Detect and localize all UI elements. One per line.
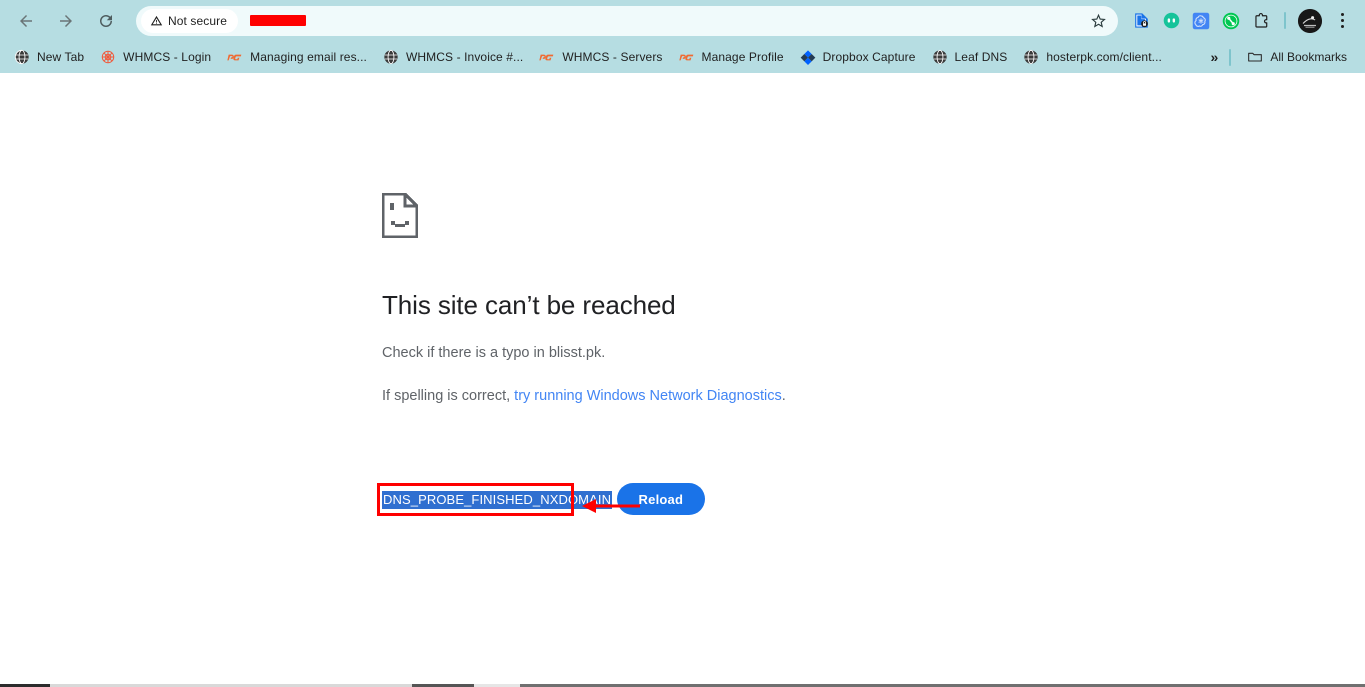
- diagnostics-suffix: .: [781, 388, 786, 405]
- error-code-text[interactable]: DNS_PROBE_FINISHED_NXDOMAIN: [382, 490, 613, 509]
- forward-button[interactable]: [51, 6, 81, 36]
- puzzle-piece-icon: [1254, 12, 1267, 28]
- bookmark-whmcs-invoice[interactable]: WHMCS - Invoice #...: [375, 45, 531, 69]
- cpanel-icon: [678, 54, 693, 61]
- security-status-chip[interactable]: Not secure: [141, 8, 239, 33]
- profile-avatar[interactable]: [1298, 8, 1322, 33]
- bookmark-managing-email[interactable]: Managing email res...: [219, 45, 375, 69]
- bookmark-star-button[interactable]: [1085, 8, 1111, 34]
- page-viewport: This site can’t be reached Check if ther…: [0, 73, 1365, 687]
- openai-spiral-icon: [1192, 12, 1210, 29]
- bookmark-manage-profile[interactable]: Manage Profile: [671, 45, 792, 69]
- bookmark-whmcs-servers[interactable]: WHMCS - Servers: [531, 45, 670, 69]
- bookmark-label: WHMCS - Invoice #...: [405, 50, 524, 64]
- forward-arrow-icon: [60, 14, 72, 27]
- sad-document-icon: [381, 192, 1002, 243]
- bookmark-label: WHMCS - Login: [123, 50, 212, 64]
- cpanel-icon: [539, 54, 554, 61]
- bookmark-dropbox-capture[interactable]: Dropbox Capture: [792, 45, 924, 69]
- avatar-image-icon: [1298, 8, 1322, 33]
- bookmark-label: Dropbox Capture: [822, 50, 916, 64]
- password-manager-extension-icon[interactable]: [1127, 7, 1155, 35]
- reload-page-button[interactable]: [91, 6, 121, 36]
- back-button[interactable]: [11, 6, 41, 36]
- bookmark-whmcs-login[interactable]: WHMCS - Login: [92, 45, 219, 69]
- chrome-menu-button[interactable]: [1329, 8, 1355, 34]
- network-diagnostics-link[interactable]: try running Windows Network Diagnostics: [514, 388, 782, 404]
- bookmarks-overflow-button[interactable]: »: [1203, 49, 1226, 65]
- globe-icon: [932, 49, 947, 65]
- bookmark-label: hosterpk.com/client...: [1046, 50, 1162, 64]
- bookmark-label: WHMCS - Servers: [562, 50, 663, 64]
- bookmark-label: Manage Profile: [701, 50, 784, 64]
- window-bottom-edge: [0, 683, 1365, 687]
- three-dots-icon: [1340, 13, 1344, 16]
- all-bookmarks-label: All Bookmarks: [1270, 50, 1347, 64]
- cpanel-icon: [227, 54, 242, 61]
- sync-extension-icon[interactable]: [1217, 7, 1245, 35]
- star-icon: [1090, 13, 1106, 28]
- address-bar[interactable]: Not secure: [136, 5, 1118, 36]
- red-gear-icon: [101, 50, 115, 64]
- shield-lock-icon: [1134, 13, 1148, 28]
- typo-hint-text: Check if there is a typo in blisst.pk.: [382, 345, 606, 362]
- globe-icon: [384, 49, 398, 65]
- bookmark-label: Managing email res...: [250, 50, 367, 64]
- browser-chrome: Not secure New Tab WHMCS - Login Managin…: [0, 0, 1365, 73]
- security-status-label: Not secure: [168, 13, 228, 28]
- bookmarks-divider: [1229, 48, 1232, 66]
- bookmark-hosterpk[interactable]: hosterpk.com/client...: [1015, 45, 1170, 69]
- bookmark-label: Leaf DNS: [954, 50, 1008, 64]
- extensions-puzzle-button[interactable]: [1247, 7, 1275, 35]
- dropbox-icon: [800, 50, 815, 65]
- folder-icon: [1248, 52, 1263, 62]
- error-page-content: This site can’t be reached Check if ther…: [377, 192, 1002, 516]
- green-quote-icon: [1163, 12, 1179, 29]
- globe-icon: [14, 49, 29, 65]
- bookmarks-bar: New Tab WHMCS - Login Managing email res…: [0, 41, 1365, 73]
- all-bookmarks-button[interactable]: All Bookmarks: [1239, 45, 1355, 69]
- grammarly-extension-icon[interactable]: [1157, 7, 1185, 35]
- url-text-redacted[interactable]: [250, 15, 307, 26]
- bookmark-leaf-dns[interactable]: Leaf DNS: [924, 45, 1016, 69]
- bookmark-new-tab[interactable]: New Tab: [6, 45, 92, 69]
- warning-triangle-icon: [150, 15, 163, 26]
- diagnostics-prefix: If spelling is correct,: [382, 388, 515, 405]
- page-title: This site can’t be reached: [382, 290, 676, 320]
- back-arrow-icon: [20, 14, 32, 27]
- browser-toolbar: Not secure: [0, 0, 1365, 41]
- chatgpt-extension-icon[interactable]: [1187, 7, 1215, 35]
- diagnostics-hint-text: If spelling is correct, try running Wind…: [382, 386, 1002, 407]
- globe-icon: [1024, 49, 1039, 65]
- bookmark-label: New Tab: [37, 50, 85, 64]
- error-code-region: DNS_PROBE_FINISHED_NXDOMAIN: [377, 482, 640, 516]
- toolbar-divider: [1284, 12, 1286, 29]
- green-sync-icon: [1222, 12, 1240, 29]
- pointer-arrow-icon: [582, 498, 640, 513]
- reload-circular-arrow-icon: [100, 14, 112, 27]
